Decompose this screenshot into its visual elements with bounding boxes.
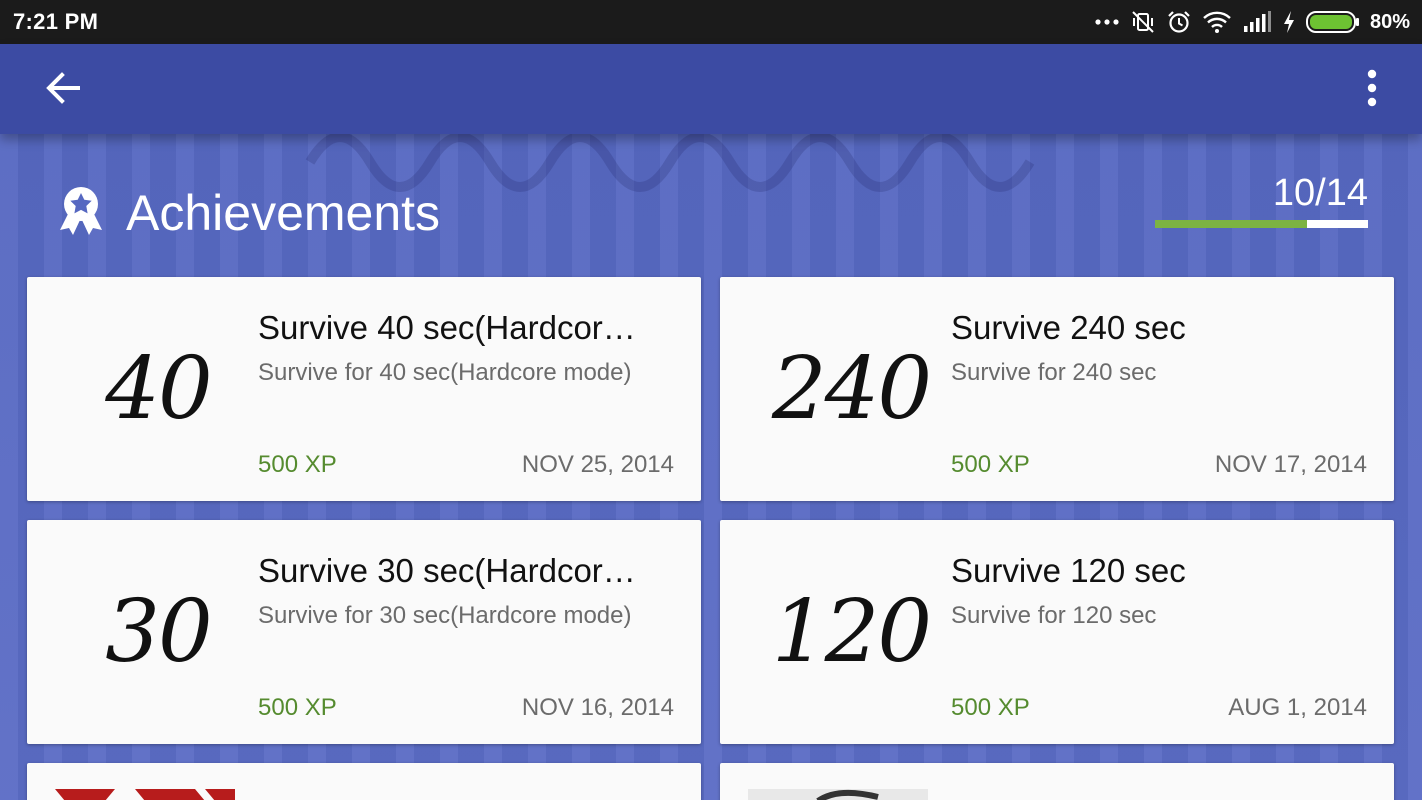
overflow-menu-button[interactable]	[1344, 60, 1400, 116]
achievement-art: 240	[771, 339, 932, 439]
vibrate-off-icon	[1132, 11, 1154, 33]
achievements-header: Achievements 10/14	[0, 134, 1422, 274]
achievement-date: NOV 16, 2014	[521, 694, 674, 721]
achievement-description: Survive for 240 sec	[951, 359, 1157, 386]
achievement-name: Survive 30 sec(Hardcor…	[258, 552, 636, 589]
achievement-card[interactable]: 40 Survive 40 sec(Hardcor… Survive for 4…	[27, 277, 701, 501]
achievement-name: Survive 40 sec(Hardcor…	[258, 309, 636, 346]
achievement-xp: 500 XP	[258, 451, 337, 478]
achievement-art-icon	[55, 789, 235, 800]
achievement-name: Survive 120 sec	[951, 552, 1186, 589]
battery-percent: 80%	[1369, 10, 1410, 33]
back-button[interactable]	[34, 60, 90, 116]
achievement-name: Survive 240 sec	[951, 309, 1186, 346]
signal-icon	[1243, 11, 1271, 32]
achievement-art-icon	[748, 789, 928, 800]
achievement-xp: 500 XP	[951, 694, 1030, 721]
achievement-description: Survive for 40 sec(Hardcore mode)	[258, 359, 632, 386]
achievement-art: 40	[105, 339, 212, 439]
achievement-card[interactable]: 120 Survive 120 sec Survive for 120 sec …	[720, 520, 1394, 744]
achievement-xp: 500 XP	[951, 451, 1030, 478]
achievements-progress-bar	[1155, 220, 1368, 228]
achievement-date: AUG 1, 2014	[1228, 694, 1367, 721]
status-icons: 80%	[1094, 9, 1410, 35]
achievement-date: NOV 25, 2014	[521, 451, 674, 478]
achievement-description: Survive for 120 sec	[951, 602, 1157, 629]
status-bar: 7:21 PM 80%	[0, 0, 1422, 44]
achievement-card[interactable]	[720, 763, 1394, 800]
alarm-icon	[1168, 11, 1190, 33]
achievement-badge-icon	[60, 187, 102, 235]
achievements-progress-count: 10/14	[1272, 172, 1368, 214]
app-bar	[0, 44, 1422, 134]
back-arrow-icon	[46, 72, 80, 104]
wifi-icon	[1203, 11, 1231, 33]
achievement-art: 30	[105, 582, 212, 682]
achievement-xp: 500 XP	[258, 694, 337, 721]
achievement-card[interactable]: 30 Survive 30 sec(Hardcor… Survive for 3…	[27, 520, 701, 744]
achievement-description: Survive for 30 sec(Hardcore mode)	[258, 602, 632, 629]
achievements-title: Achievements	[126, 185, 441, 241]
achievement-art: 120	[771, 582, 932, 682]
achievements-progress-fill	[1155, 220, 1308, 228]
achievement-date: NOV 17, 2014	[1214, 451, 1367, 478]
achievements-content: Achievements 10/14 40 Survive 40 sec(Har…	[0, 134, 1422, 800]
charging-icon	[1283, 11, 1294, 33]
more-vert-icon	[1367, 69, 1377, 107]
more-notifications-icon	[1095, 19, 1119, 25]
achievement-card[interactable]	[27, 763, 701, 800]
status-time: 7:21 PM	[13, 9, 99, 34]
battery-icon	[1305, 11, 1359, 33]
achievement-card[interactable]: 240 Survive 240 sec Survive for 240 sec …	[720, 277, 1394, 501]
